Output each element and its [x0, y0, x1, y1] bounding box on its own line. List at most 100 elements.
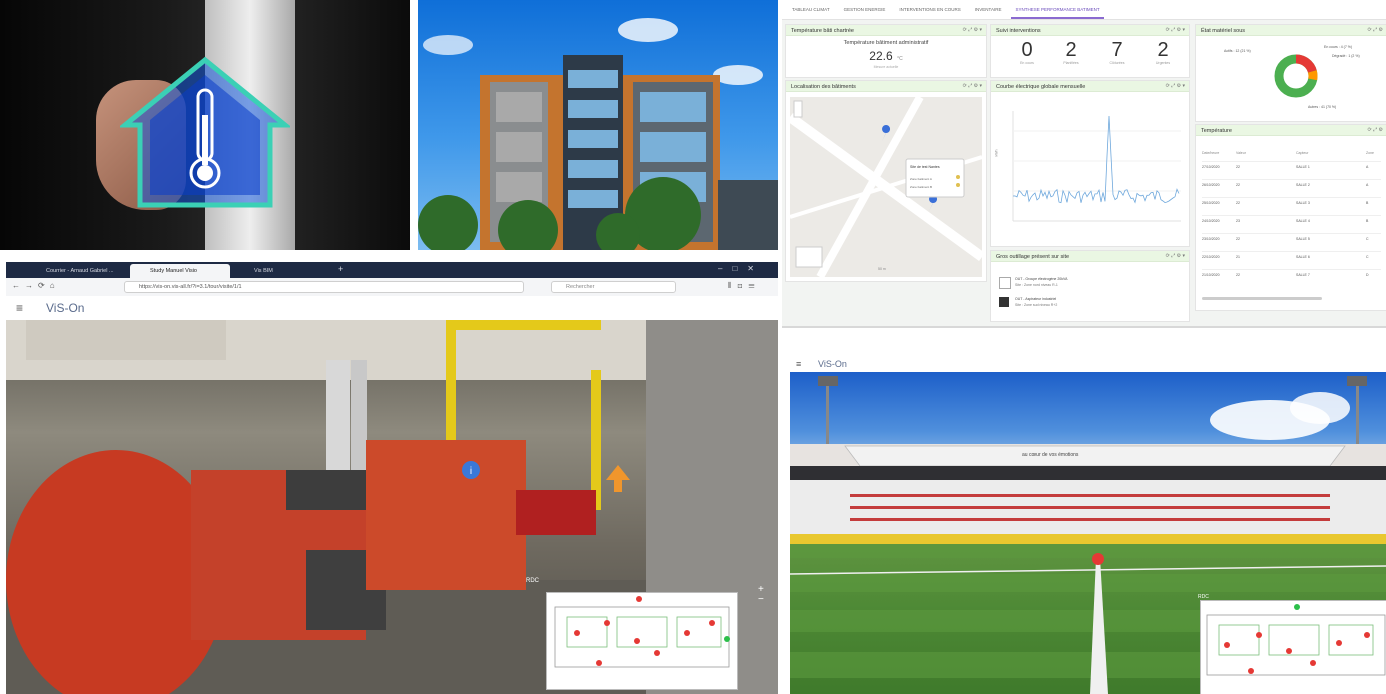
app-header: ≡ ViS-On — [790, 356, 1386, 372]
boiler-room-panorama[interactable]: i RDC + − — [6, 320, 778, 694]
card-title: Gros outillage présent sur site — [996, 254, 1070, 260]
tool-icon — [999, 277, 1011, 289]
table-row-divider — [1202, 179, 1381, 180]
hamburger-menu-icon[interactable]: ≡ — [796, 359, 801, 369]
table-cell: 22 — [1236, 165, 1240, 169]
table-cell: 25/10/2020 — [1202, 201, 1220, 205]
table-cell: 21/10/2020 — [1202, 273, 1220, 277]
card-tools-icon[interactable]: ⟳ ⤢ ⚙ ▾ — [963, 83, 982, 89]
temperature-caption: Mesure actuelle — [873, 65, 899, 69]
tool-line: Site : Zone sud niveau R+2 — [1015, 303, 1058, 307]
tool-line: OUT - Groupe électrogène 20kVA — [1015, 277, 1068, 281]
temperature-subtitle: Température bâtiment administratif — [843, 40, 929, 46]
kpi-cloturees: 7 Clôturées — [1109, 39, 1125, 65]
interventions-card: Suivi interventions ⟳ ⤢ ⚙ ▾ 0 En cours 2 Pl… — [990, 24, 1190, 78]
tab-interventions[interactable]: INTERVENTIONS EN COURS — [895, 0, 964, 19]
tool-line: Site : Zone nord niveau R-1 — [1015, 283, 1058, 287]
table-cell: 22 — [1236, 183, 1240, 187]
card-title: Courbe électrique globale mensuelle — [996, 84, 1086, 90]
building-photo — [418, 0, 778, 250]
minimap-floor-label: RDC — [526, 578, 539, 584]
table-cell: 27/10/2020 — [1202, 165, 1220, 169]
card-tools-icon[interactable]: ⟳ ⤢ ⚙ — [1368, 127, 1383, 133]
hamburger-menu-icon[interactable]: ≡ — [16, 301, 23, 315]
card-title: État matériel sous — [1201, 28, 1246, 34]
map-popup-line: Zone batiment B — [910, 185, 933, 189]
table-cell: 22 — [1236, 273, 1240, 277]
table-cell: SALLE 4 — [1296, 219, 1310, 223]
tab-gestion-energie[interactable]: GESTION ENERGIE — [840, 0, 890, 19]
card-tools-icon[interactable]: ⟳ ⤢ ⚙ ▾ — [963, 27, 982, 33]
table-cell: A — [1366, 165, 1369, 169]
map-popup-line: Zone batiment A — [910, 177, 932, 181]
card-title: Température — [1201, 128, 1232, 134]
card-tools-icon[interactable]: ⟳ ⤢ ⚙ — [1368, 27, 1383, 33]
floor-plan-minimap[interactable] — [546, 592, 738, 690]
tab-inventaire[interactable]: INVENTAIRE — [971, 0, 1006, 19]
localisation-card: Localisation des bâtiments ⟳ ⤢ ⚙ ▾ Site d… — [785, 80, 987, 282]
table-cell: 22 — [1236, 237, 1240, 241]
card-tools-icon[interactable]: ⟳ ⤢ ⚙ ▾ — [1166, 83, 1185, 89]
table-cell: 23/10/2020 — [1202, 237, 1220, 241]
floor-plan-minimap[interactable] — [1200, 600, 1386, 694]
browser-toolbar: ←→⟳⌂ https://vis-on.vis-all.fr/?i=3.1/to… — [6, 278, 778, 297]
table-cell: SALLE 5 — [1296, 237, 1310, 241]
browser-tab-active[interactable]: Study Manuel Visio — [130, 264, 230, 278]
donut-label: Dégradé : 1 (2 %) — [1332, 54, 1360, 58]
table-cell: 22 — [1236, 201, 1240, 205]
temperature-table-card: Température ⟳ ⤢ ⚙ Date/heure Valeur Capte… — [1195, 124, 1386, 311]
browser-window: Courrier - Arnaud Gabriel ... Study Manu… — [6, 262, 778, 694]
table-row-divider — [1202, 269, 1381, 270]
table-cell: B — [1366, 219, 1369, 223]
map-popup-title: Site de test Nantes — [910, 165, 940, 169]
tab-tableau-climat[interactable]: TABLEAU CLIMAT — [788, 0, 834, 19]
vis-on-logo: ViS-On — [46, 301, 85, 315]
table-cell: 24/10/2020 — [1202, 219, 1220, 223]
table-row-divider — [1202, 197, 1381, 198]
card-title: Suivi interventions — [996, 28, 1041, 34]
window-controls-icon[interactable]: –□✕ — [718, 264, 764, 273]
table-header: Date/heure — [1202, 151, 1220, 155]
card-title: Localisation des bâtiments — [791, 84, 856, 90]
table-header: Valeur — [1236, 151, 1246, 155]
table-row-divider — [1202, 161, 1381, 162]
outillage-card: Gros outillage présent sur site ⟳ ⤢ ⚙ ▾ O… — [990, 250, 1190, 322]
dashboard-tab-bar: TABLEAU CLIMAT GESTION ENERGIE INTERVENT… — [782, 0, 1386, 20]
card-tools-icon[interactable]: ⟳ ⤢ ⚙ ▾ — [1166, 27, 1185, 33]
search-input[interactable]: Rechercher — [551, 281, 676, 293]
table-cell: B — [1366, 201, 1369, 205]
card-tools-icon[interactable]: ⟳ ⤢ ⚙ ▾ — [1166, 253, 1185, 259]
tab-synthese[interactable]: SYNTHESE PERFORMANCE BATIMENT — [1011, 0, 1104, 19]
smart-home-photo — [0, 0, 410, 250]
table-row-divider — [1202, 251, 1381, 252]
stadium-stand: au cœur de vos émotions — [790, 444, 1386, 544]
new-tab-icon[interactable]: + — [338, 264, 343, 274]
table-cell: SALLE 3 — [1296, 201, 1310, 205]
stadium-banner: au cœur de vos émotions — [1022, 452, 1079, 458]
tool-line: OUT - Aspirateur industriel — [1015, 297, 1057, 301]
browser-menu-icon[interactable]: ⫴⊡☰ — [728, 281, 760, 291]
info-hotspot-icon[interactable] — [468, 463, 484, 479]
table-header: Capteur — [1296, 151, 1309, 155]
url-input[interactable]: https://vis-on.vis-all.fr/?i=3.1/tour/vi… — [124, 281, 524, 293]
table-scrollbar[interactable] — [1202, 297, 1322, 300]
building-map[interactable] — [790, 97, 982, 277]
temperature-unit: °C — [897, 56, 903, 62]
kpi-urgentes: 2 Urgentes — [1155, 39, 1171, 65]
table-cell: SALLE 7 — [1296, 273, 1310, 277]
navigation-arrow-icon[interactable] — [606, 465, 630, 493]
materiel-card: État matériel sous ⟳ ⤢ ⚙ Actifs : 12 (21 … — [1195, 24, 1386, 122]
browser-tab[interactable]: Vis BIM — [234, 264, 334, 278]
table-cell: SALLE 2 — [1296, 183, 1310, 187]
kpi-planifiees: 2 Planifiées — [1063, 39, 1079, 65]
chart-ylabel: kWh — [994, 149, 999, 157]
browser-tab[interactable]: Courrier - Arnaud Gabriel ... — [26, 264, 126, 278]
app-header: ≡ ViS-On — [6, 296, 778, 320]
temperature-card: Température bâti chartrée ⟳ ⤢ ⚙ ▾ Tempéra… — [785, 24, 987, 78]
table-cell: 26/10/2020 — [1202, 183, 1220, 187]
energy-line-chart — [1012, 111, 1181, 222]
temperature-value: 22.6 — [869, 49, 893, 63]
house-thermometer-icon — [120, 56, 290, 208]
zoom-out-icon[interactable]: − — [758, 594, 764, 605]
nav-buttons-icon[interactable]: ←→⟳⌂ — [12, 281, 60, 290]
